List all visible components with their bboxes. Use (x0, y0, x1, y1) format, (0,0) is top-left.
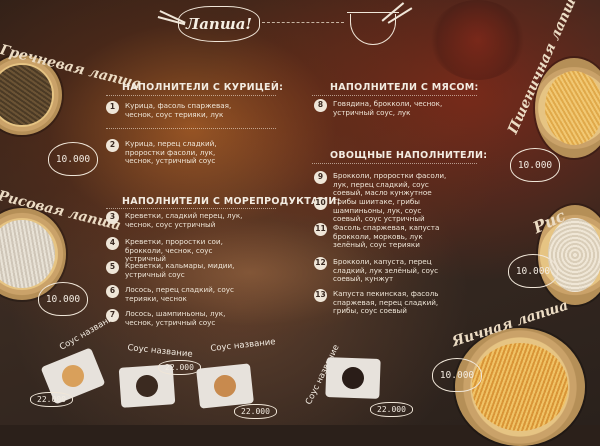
egg-noodle-price: 10.000 (432, 358, 482, 392)
filling-text: Лосось, шампиньоны, лук, чеснок, устричн… (125, 309, 226, 327)
filling-number: 2 (106, 139, 119, 152)
filling-number: 6 (106, 285, 119, 298)
filling-text: Курица, фасоль спаржевая, чеснок, соус т… (125, 101, 232, 119)
wheat-noodle-price: 10.000 (510, 148, 560, 182)
sauce-dish (325, 357, 381, 399)
rice-noodle-price: 10.000 (38, 282, 88, 316)
divider (312, 95, 477, 96)
header-divider (262, 22, 344, 23)
filling-text: Креветки, кальмары, мидии, устричный соу… (125, 261, 235, 279)
sauce-dish (196, 363, 254, 409)
filling-item: 9 Брокколи, проростки фасоли, лук, перец… (314, 171, 451, 198)
filling-text: Курица, перец сладкий, проростки фасоли,… (125, 139, 217, 166)
filling-item: 6 Лосось, перец сладкий, соус терияки, ч… (106, 285, 243, 303)
filling-text: Брокколи, проростки фасоли, лук, перец с… (333, 171, 447, 198)
filling-number: 4 (106, 237, 119, 250)
filling-number: 12 (314, 257, 327, 270)
filling-text: Капуста пекинская, фасоль спаржевая, пер… (333, 289, 439, 316)
divider (106, 95, 276, 96)
buckwheat-noodle-price: 10.000 (48, 142, 98, 176)
sauce-price: 22.000 (158, 360, 201, 375)
filling-number: 3 (106, 211, 119, 224)
filling-item: 11 Фасоль спаржевая, капуста брокколи, м… (314, 223, 451, 250)
seafood-section-title: НАПОЛНИТЕЛИ С МОРЕПРОДУКТАМИ: (122, 196, 341, 207)
filling-item: 7 Лосось, шампиньоны, лук, чеснок, устри… (106, 309, 243, 327)
filling-number: 8 (314, 99, 327, 112)
filling-text: Грибы шиитаке, грибы шампиньоны, лук, со… (333, 197, 425, 224)
divider (106, 128, 276, 129)
divider (312, 163, 477, 164)
sauce-price: 22.000 (30, 392, 73, 407)
filling-text: Брокколи, капуста, перец сладкий, лук зе… (333, 257, 439, 284)
filling-item: 3 Креветки, сладкий перец, лук, чеснок, … (106, 211, 243, 229)
filling-item: 13 Капуста пекинская, фасоль спаржевая, … (314, 289, 451, 316)
sauce-icon (135, 374, 159, 398)
filling-text: Креветки, сладкий перец, лук, чеснок, со… (125, 211, 243, 229)
sauce-pan-photo (430, 0, 525, 80)
chicken-section-title: НАПОЛНИТЕЛИ С КУРИЦЕЙ: (122, 82, 284, 93)
filling-item: 5 Креветки, кальмары, мидии, устричный с… (106, 261, 243, 279)
filling-item: 8 Говядина, брокколи, чеснок, устричный … (314, 99, 451, 117)
filling-item: 1 Курица, фасоль спаржевая, чеснок, соус… (106, 101, 243, 119)
sauce-icon (58, 361, 88, 391)
filling-number: 9 (314, 171, 327, 184)
filling-number: 5 (106, 261, 119, 274)
vegetable-section-title: ОВОЩНЫЕ НАПОЛНИТЕЛИ: (330, 150, 488, 161)
filling-number: 10 (314, 197, 327, 210)
rice-price: 10.000 (508, 254, 558, 288)
logo-title: Лапша! (178, 6, 260, 42)
divider (106, 208, 276, 209)
sauce-price: 22.000 (234, 404, 277, 419)
filling-item: 12 Брокколи, капуста, перец сладкий, лук… (314, 257, 451, 284)
filling-number: 11 (314, 223, 327, 236)
filling-text: Говядина, брокколи, чеснок, устричный со… (333, 99, 443, 117)
filling-number: 1 (106, 101, 119, 114)
sauce-icon (341, 366, 365, 390)
filling-item: 2 Курица, перец сладкий, проростки фасол… (106, 139, 243, 166)
filling-number: 13 (314, 289, 327, 302)
filling-text: Лосось, перец сладкий, соус терияки, чес… (125, 285, 234, 303)
sauce-icon (212, 373, 238, 399)
filling-text: Фасоль спаржевая, капуста брокколи, морк… (333, 223, 440, 250)
sauce-price: 22.000 (370, 402, 413, 417)
filling-item: 10 Грибы шиитаке, грибы шампиньоны, лук,… (314, 197, 451, 224)
meat-section-title: НАПОЛНИТЕЛИ С МЯСОМ: (330, 82, 479, 93)
filling-item: 4 Креветки, проростки сои, брокколи, чес… (106, 237, 243, 264)
filling-text: Креветки, проростки сои, брокколи, чесно… (125, 237, 223, 264)
